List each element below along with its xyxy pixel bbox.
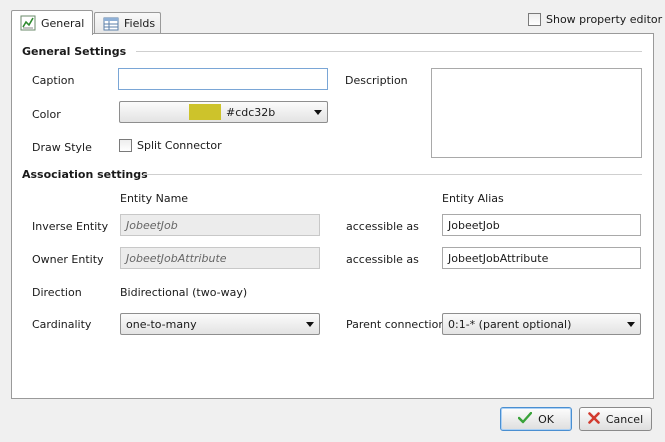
association-settings-divider bbox=[143, 174, 642, 175]
tab-general-label: General bbox=[41, 16, 85, 30]
association-settings-title: Association settings bbox=[22, 168, 148, 181]
show-property-editor-label: Show property editor bbox=[546, 13, 663, 26]
ok-button[interactable]: OK bbox=[500, 407, 572, 431]
chevron-down-icon bbox=[306, 321, 314, 327]
color-label: Color bbox=[32, 108, 61, 121]
color-swatch bbox=[189, 104, 221, 120]
description-textarea[interactable] bbox=[431, 68, 642, 158]
inverse-accessible-as-label: accessible as bbox=[346, 220, 419, 233]
split-connector-label: Split Connector bbox=[137, 139, 222, 152]
cancel-button[interactable]: Cancel bbox=[579, 407, 652, 431]
draw-style-label: Draw Style bbox=[32, 141, 92, 154]
color-select[interactable]: #cdc32b bbox=[119, 101, 328, 123]
caption-label: Caption bbox=[32, 74, 75, 87]
tab-general[interactable]: General bbox=[11, 10, 93, 35]
direction-label: Direction bbox=[32, 286, 82, 299]
cardinality-value: one-to-many bbox=[126, 317, 197, 331]
check-icon bbox=[517, 411, 533, 427]
cancel-label: Cancel bbox=[605, 412, 644, 426]
entity-name-header: Entity Name bbox=[120, 192, 189, 205]
cardinality-label: Cardinality bbox=[32, 318, 92, 331]
inverse-alias-input[interactable]: JobeetJob bbox=[442, 214, 641, 236]
inverse-entity-label: Inverse Entity bbox=[32, 220, 109, 233]
chevron-down-icon bbox=[627, 321, 635, 327]
owner-accessible-as-label: accessible as bbox=[346, 253, 419, 266]
general-tab-panel: General Settings Caption Description Col… bbox=[11, 33, 654, 399]
chevron-down-icon bbox=[314, 109, 322, 115]
chart-edit-icon bbox=[20, 15, 36, 31]
owner-entity-field: JobeetJobAttribute bbox=[120, 247, 320, 269]
close-icon bbox=[588, 411, 600, 427]
general-settings-title: General Settings bbox=[22, 45, 127, 58]
color-value: #cdc32b bbox=[226, 105, 276, 119]
tab-fields-label: Fields bbox=[124, 17, 156, 30]
split-connector-checkbox[interactable] bbox=[119, 139, 132, 152]
tab-fields[interactable]: Fields bbox=[94, 12, 161, 34]
description-label: Description bbox=[345, 74, 408, 87]
ok-label: OK bbox=[538, 412, 554, 426]
cardinality-select[interactable]: one-to-many bbox=[120, 313, 320, 335]
parent-connection-value: 0:1-* (parent optional) bbox=[448, 317, 572, 331]
inverse-entity-field: JobeetJob bbox=[120, 214, 320, 236]
split-connector-toggle[interactable]: Split Connector bbox=[119, 139, 222, 152]
parent-connection-select[interactable]: 0:1-* (parent optional) bbox=[442, 313, 641, 335]
entity-alias-header: Entity Alias bbox=[442, 192, 504, 205]
parent-connection-label: Parent connection bbox=[346, 318, 446, 331]
general-settings-divider bbox=[136, 51, 642, 52]
table-icon bbox=[103, 17, 119, 31]
caption-input[interactable] bbox=[118, 68, 328, 90]
direction-value: Bidirectional (two-way) bbox=[120, 286, 248, 299]
owner-alias-input[interactable]: JobeetJobAttribute bbox=[442, 247, 641, 269]
show-property-editor-checkbox[interactable] bbox=[528, 13, 541, 26]
show-property-editor-toggle[interactable]: Show property editor bbox=[528, 13, 662, 26]
owner-entity-label: Owner Entity bbox=[32, 253, 104, 266]
